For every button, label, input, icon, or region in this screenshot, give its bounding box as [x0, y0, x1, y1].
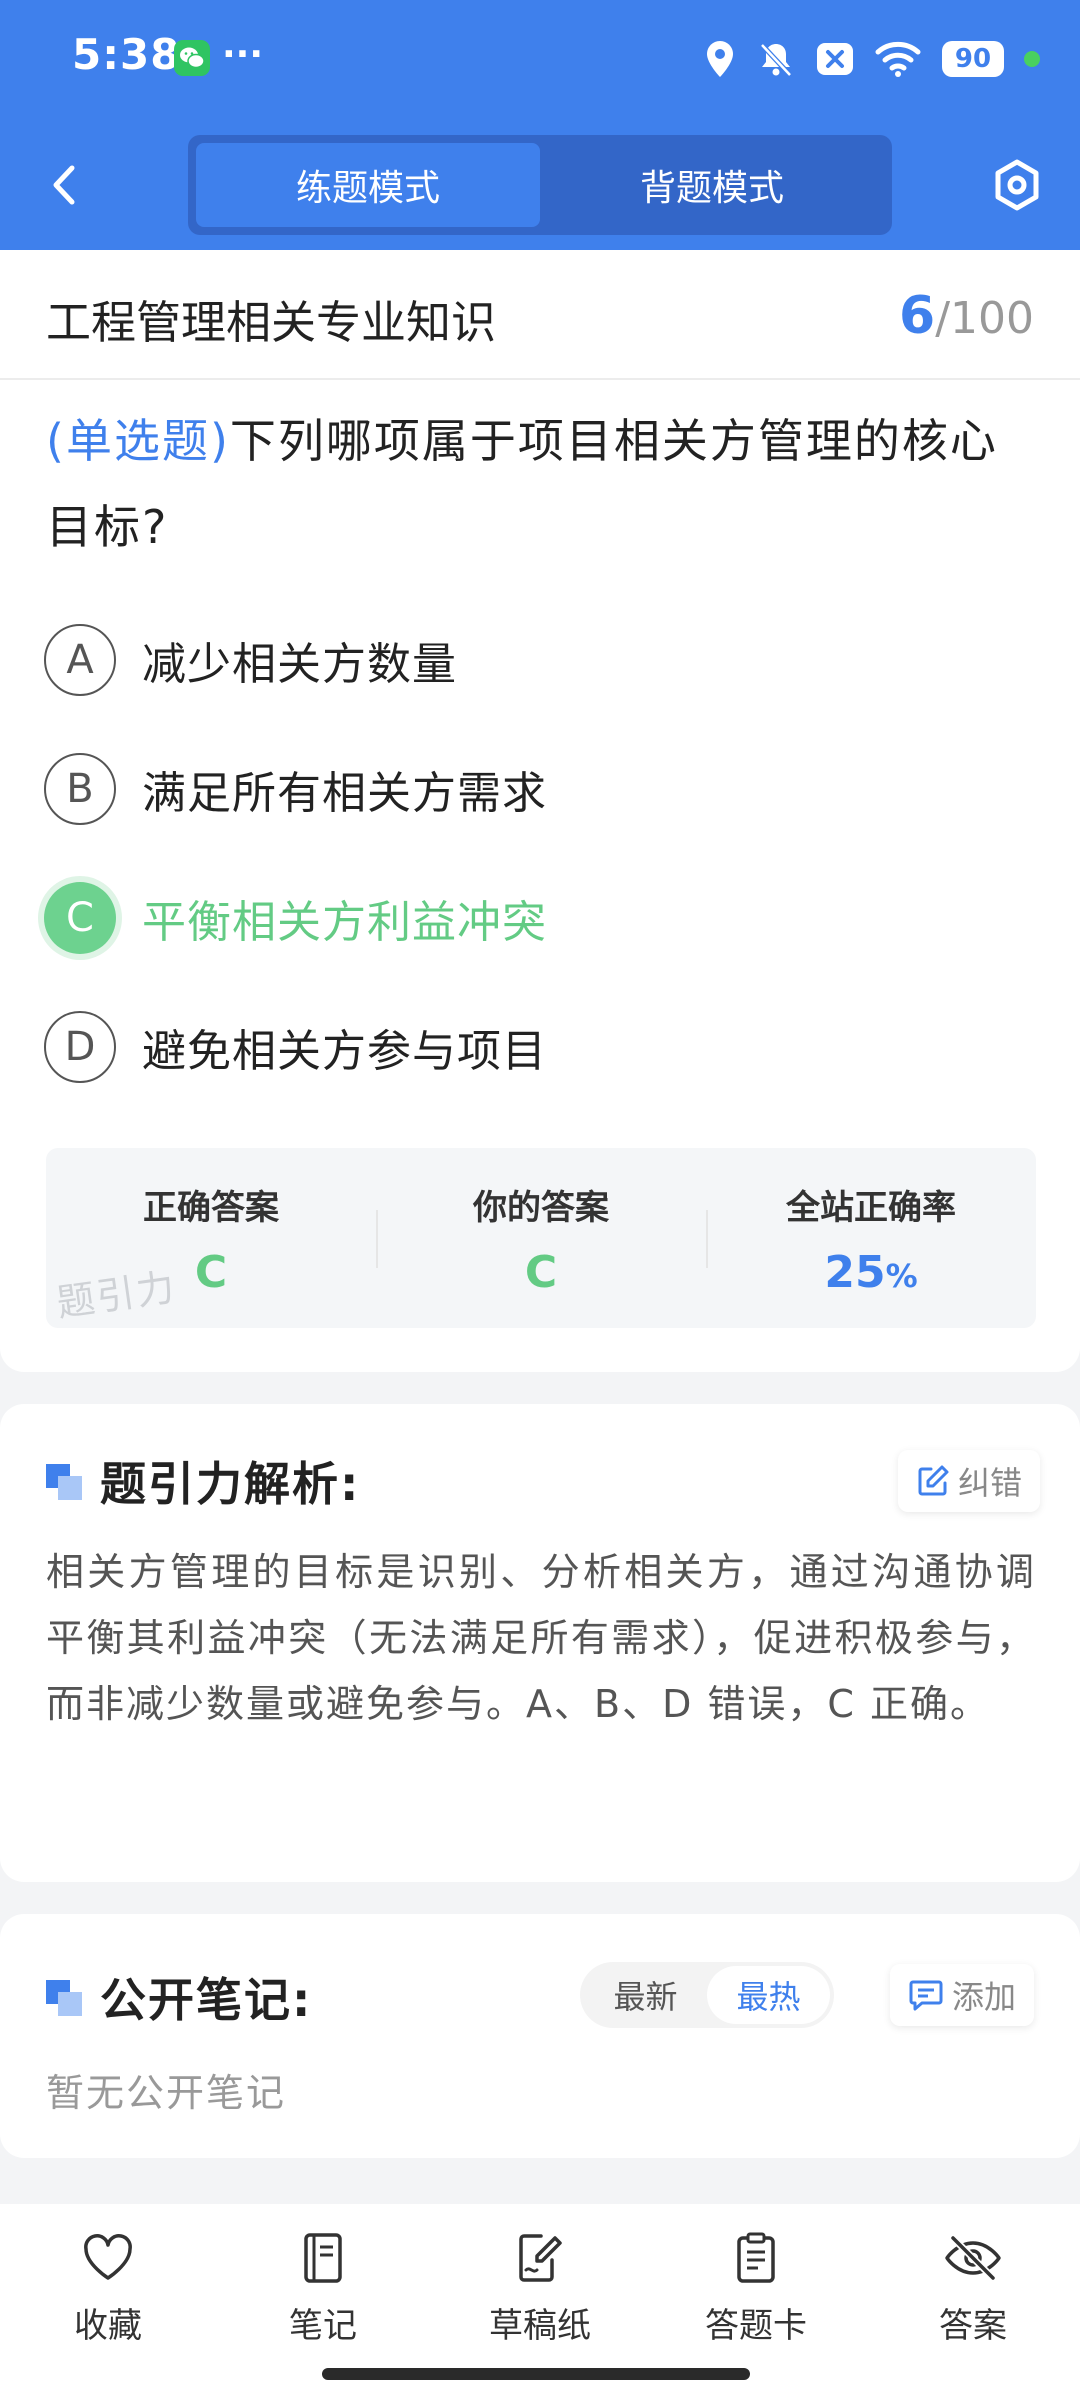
question-type: (单选题) [46, 414, 230, 468]
status-bar: 5:38 ··· 90 [0, 0, 1080, 120]
mode-switch: 练题模式 背题模式 [188, 135, 892, 235]
progress-current: 6 [899, 286, 936, 346]
back-button[interactable] [40, 160, 90, 210]
favorite-label: 收藏 [74, 2306, 142, 2346]
draft-paper-icon [519, 2234, 562, 2282]
favorite-button[interactable]: 收藏 [33, 2230, 183, 2347]
site-accuracy-label: 全站正确率 [786, 1188, 956, 1228]
notes-header: 公开笔记: [46, 1964, 312, 2030]
answer-result-panel: 正确答案 C 题引力 你的答案 C 全站正确率 25% [46, 1148, 1036, 1328]
comment-icon [909, 1980, 943, 2011]
public-notes-card: 公开笔记: 最新 最热 添加 暂无公开笔记 [0, 1914, 1080, 2158]
question-progress: 6/100 [899, 286, 1034, 346]
status-time: 5:38 [72, 30, 181, 79]
section-marker-icon [46, 1462, 84, 1500]
site-accuracy: 全站正确率 25% [706, 1148, 1036, 1328]
answer-card-label: 答题卡 [705, 2306, 807, 2346]
correct-answer-label: 正确答案 [143, 1188, 279, 1228]
subject-title: 工程管理相关专业知识 [46, 296, 497, 349]
tab-latest[interactable]: 最新 [584, 1966, 707, 2024]
answer-card-icon [737, 2232, 775, 2283]
notes-label: 笔记 [289, 2306, 357, 2346]
close-badge-icon [817, 43, 853, 75]
mute-bell-icon [760, 43, 792, 77]
site-accuracy-value: 25% [706, 1247, 1036, 1298]
add-note-label: 添加 [952, 1978, 1017, 2016]
bottom-tab-bar: 收藏 笔记 草稿纸 答题卡 答案 [0, 2204, 1080, 2400]
draft-paper-label: 草稿纸 [489, 2306, 591, 2346]
notebook-icon [304, 2233, 342, 2283]
battery-icon: 90 [942, 41, 1004, 77]
site-accuracy-number: 25 [824, 1247, 886, 1298]
notes-title: 公开笔记: [100, 1973, 313, 2027]
option-letter: C [44, 882, 116, 954]
option-text: 避免相关方参与项目 [142, 1026, 547, 1077]
progress-total: /100 [935, 293, 1034, 344]
analysis-text: 相关方管理的目标是识别、分析相关方，通过沟通协调平衡其利益冲突（无法满足所有需求… [46, 1550, 1036, 1726]
site-accuracy-unit: % [885, 1257, 918, 1295]
question-card: 工程管理相关专业知识 6/100 (单选题)下列哪项属于项目相关方管理的核心目标… [0, 250, 1080, 1372]
tab-review-mode[interactable]: 背题模式 [540, 143, 884, 227]
option-text: 满足所有相关方需求 [142, 768, 547, 819]
edit-icon [918, 1465, 949, 1496]
location-icon [707, 41, 733, 77]
notes-button[interactable]: 笔记 [248, 2230, 398, 2347]
wechat-notification-icon [174, 40, 210, 76]
section-marker-icon [46, 1978, 84, 2016]
your-answer-value: C [524, 1247, 558, 1298]
notes-sort-tabs: 最新 最热 [580, 1962, 834, 2028]
analysis-title: 题引力解析: [100, 1457, 361, 1511]
option-d[interactable]: D 避免相关方参与项目 [44, 1009, 1034, 1085]
option-b[interactable]: B 满足所有相关方需求 [44, 751, 1034, 827]
chevron-left-icon [53, 165, 75, 205]
draft-paper-button[interactable]: 草稿纸 [465, 2230, 615, 2347]
app-header: 5:38 ··· 90 练题模式 背题模式 [0, 0, 1080, 250]
question-text: (单选题)下列哪项属于项目相关方管理的核心目标? [46, 398, 1036, 570]
eye-off-icon [945, 2235, 1001, 2281]
report-error-label: 纠错 [958, 1464, 1023, 1502]
show-answer-label: 答案 [939, 2306, 1007, 2346]
answer-card-button[interactable]: 答题卡 [681, 2230, 831, 2347]
show-answer-button[interactable]: 答案 [898, 2230, 1048, 2347]
report-error-button[interactable]: 纠错 [898, 1450, 1041, 1512]
option-text: 平衡相关方利益冲突 [142, 897, 547, 948]
option-text: 减少相关方数量 [142, 639, 457, 690]
heart-icon [84, 2234, 132, 2280]
settings-button[interactable] [990, 158, 1044, 212]
add-note-button[interactable]: 添加 [890, 1964, 1035, 2026]
your-answer-label: 你的答案 [473, 1188, 609, 1228]
settings-hexagon-icon [995, 159, 1039, 211]
your-answer: 你的答案 C [376, 1148, 706, 1328]
wifi-icon [875, 41, 921, 77]
analysis-card: 题引力解析: 纠错 相关方管理的目标是识别、分析相关方，通过沟通协调平衡其利益冲… [0, 1404, 1080, 1882]
empty-notes-text: 暂无公开笔记 [46, 2071, 287, 2115]
tab-practice-mode[interactable]: 练题模式 [196, 143, 540, 227]
subject-row: 工程管理相关专业知识 6/100 [0, 250, 1080, 380]
option-letter: A [44, 624, 116, 696]
home-indicator[interactable] [322, 2368, 750, 2380]
more-notifications-icon: ··· [222, 34, 264, 75]
status-icons: 90 [704, 36, 1040, 82]
charging-dot-icon [1024, 51, 1040, 67]
option-letter: B [44, 753, 116, 825]
option-letter: D [44, 1011, 116, 1083]
analysis-header: 题引力解析: [46, 1448, 360, 1514]
correct-answer: 正确答案 C 题引力 [46, 1148, 376, 1328]
option-c[interactable]: C 平衡相关方利益冲突 [44, 880, 1034, 956]
option-a[interactable]: A 减少相关方数量 [44, 622, 1034, 698]
tab-hottest[interactable]: 最热 [707, 1966, 830, 2024]
